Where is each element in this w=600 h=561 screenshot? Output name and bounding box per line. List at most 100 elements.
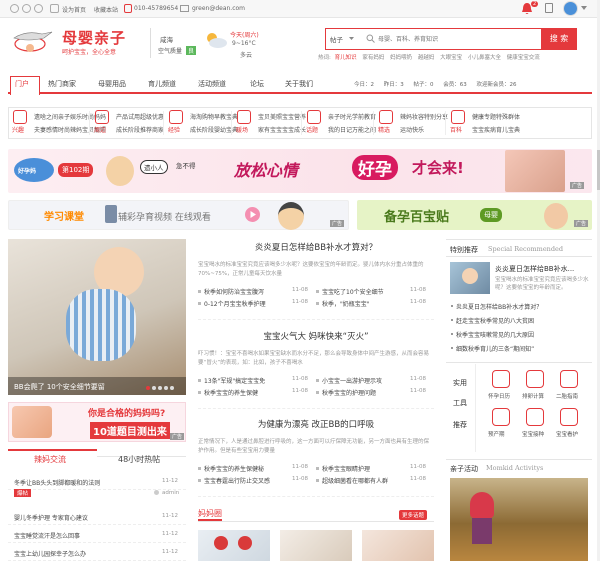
mom-circle-photo[interactable]: [362, 530, 434, 561]
feature-link[interactable]: 秋季，"奶瓶宝宝": [322, 299, 406, 308]
list-item-title[interactable]: 宝宝睡觉流汗是怎么回事: [14, 531, 80, 540]
book-icon[interactable]: [451, 110, 465, 124]
list-item-title[interactable]: 宝宝上幼儿园探幸子怎么办: [14, 549, 86, 558]
category-link[interactable]: 宝宝营养: [282, 112, 306, 121]
search-category-select[interactable]: 帖子: [330, 34, 343, 44]
feature-link[interactable]: 秋季宝宝眼睛护理: [322, 464, 406, 473]
qq-icon[interactable]: [34, 4, 43, 13]
category-link[interactable]: 遗啥之间: [34, 112, 58, 121]
category-label[interactable]: 精选: [378, 125, 390, 134]
feature-title[interactable]: 炎炎夏日怎样给BB补水才算对？: [198, 241, 434, 253]
category-link[interactable]: 宝宝成长: [282, 125, 306, 134]
mom-circle-title[interactable]: 妈妈圈: [198, 508, 222, 521]
heart-plus-icon[interactable]: [560, 370, 578, 388]
wechat-icon[interactable]: [22, 4, 31, 13]
feature-link[interactable]: 宝宝吃了10个安全细节: [322, 287, 406, 296]
category-link[interactable]: 推荐商家: [140, 125, 164, 134]
megaphone-icon[interactable]: [307, 110, 321, 124]
feature-link[interactable]: 秋季宝宝的养生保健秘: [204, 464, 288, 473]
category-link[interactable]: 宝宝疾病: [472, 125, 496, 134]
feature-link[interactable]: 秋季如何防治宝宝腹泻: [204, 287, 288, 296]
nav-item-forum[interactable]: 论坛: [250, 79, 264, 89]
category-link[interactable]: 夫妻感情: [34, 125, 58, 134]
tool-label[interactable]: 二胎指南: [556, 392, 578, 400]
feature-title[interactable]: 宝宝火气大 妈咪快来“灭火”: [198, 330, 434, 342]
plane-icon[interactable]: [95, 110, 109, 124]
list-item-title[interactable]: 婴儿冬季护理 专家育心建议: [14, 513, 88, 522]
nav-item-about[interactable]: 关于我们: [285, 79, 313, 89]
mom-circle-photo[interactable]: [280, 530, 352, 561]
tab-48h-hot[interactable]: 48小时热帖: [118, 454, 160, 465]
category-link[interactable]: 辣妈妆容: [400, 112, 424, 121]
feature-link[interactable]: 宝宝春霆出行防止交叉感: [204, 476, 288, 485]
search-input[interactable]: [378, 31, 538, 47]
feature-link[interactable]: 小宝宝一出游护理示攻: [322, 376, 406, 385]
post-author[interactable]: admin: [162, 490, 179, 496]
nav-item-parenting[interactable]: 育儿频道: [148, 79, 176, 89]
feature-link[interactable]: 超级细菌看在哪都有人群: [322, 476, 406, 485]
tool-label[interactable]: 怀孕日历: [488, 392, 510, 400]
feature-link[interactable]: 13条"军规"搞定宝宝免: [204, 376, 288, 385]
special-top-title[interactable]: 炎炎夏日怎样给BB补水...: [495, 264, 574, 274]
baby-bottle-icon[interactable]: [492, 408, 510, 426]
category-link[interactable]: 海淘购物: [190, 112, 214, 121]
slider-dot[interactable]: [170, 386, 174, 390]
nav-item-baby-products[interactable]: 母婴用品: [98, 79, 126, 89]
set-home-link[interactable]: 设为首页: [62, 5, 86, 14]
weibo-icon[interactable]: [10, 4, 19, 13]
user-avatar[interactable]: [563, 1, 578, 16]
hot-word-link[interactable]: 妈妈喂奶: [390, 55, 412, 61]
category-link[interactable]: 宝贝美照: [258, 112, 282, 121]
category-label[interactable]: 百科: [450, 125, 462, 134]
category-link[interactable]: 运动快乐: [400, 125, 424, 134]
activity-photo[interactable]: [450, 478, 588, 561]
slider-dot[interactable]: [152, 386, 156, 390]
category-link[interactable]: 家有宝宝: [258, 125, 282, 134]
grid-icon[interactable]: [13, 110, 27, 124]
special-link[interactable]: 细数秋季育儿的三条“期间知”: [456, 344, 534, 353]
search-button[interactable]: 搜 索: [541, 28, 577, 50]
slider-dot[interactable]: [164, 386, 168, 390]
shield-icon[interactable]: [169, 110, 183, 124]
category-link[interactable]: 婴幼宝典: [214, 125, 238, 134]
syringe-icon[interactable]: [526, 408, 544, 426]
category-label[interactable]: 兴趣: [12, 125, 24, 134]
hot-word-link[interactable]: 健康宝宝交流: [507, 55, 540, 61]
ovulation-icon[interactable]: [526, 370, 544, 388]
stork-logo-icon[interactable]: [8, 28, 54, 56]
hot-word-link[interactable]: 小儿鼻塞大全: [468, 55, 501, 61]
calendar-icon[interactable]: [492, 370, 510, 388]
hot-word-link[interactable]: 育儿知识: [335, 55, 357, 61]
slider-image[interactable]: [8, 239, 186, 395]
chat-icon[interactable]: [237, 110, 251, 124]
slider-dot[interactable]: [158, 386, 162, 390]
tool-label[interactable]: 宝宝看护: [556, 430, 578, 438]
category-link[interactable]: 超级优惠: [140, 112, 164, 121]
hot-word-link[interactable]: 家有妈妈: [362, 55, 384, 61]
favorite-link[interactable]: 收藏本站: [94, 5, 118, 14]
brand-name[interactable]: 母婴亲子: [62, 27, 126, 48]
tool-label[interactable]: 预产期: [488, 430, 505, 438]
document-icon[interactable]: [545, 3, 553, 13]
chevron-down-icon[interactable]: [581, 6, 587, 11]
hot-word-link[interactable]: 大眼宝宝: [440, 55, 462, 61]
tool-label[interactable]: 排卵计算: [522, 392, 544, 400]
category-label[interactable]: 话题: [306, 125, 318, 134]
category-link[interactable]: 成长阶段: [190, 125, 214, 134]
category-label[interactable]: 经验: [168, 125, 180, 134]
special-link[interactable]: 炎炎夏日怎样给BB补水才算对？: [456, 302, 542, 311]
category-link[interactable]: 健康专题: [472, 112, 496, 121]
slider-dot[interactable]: [146, 386, 150, 390]
nav-item-activities[interactable]: 活动频道: [198, 79, 226, 89]
category-link[interactable]: 特殊群体: [496, 112, 520, 121]
special-link[interactable]: 秋季宝宝咳嗽常见的几大原因: [456, 330, 534, 339]
feature-title[interactable]: 为健康为漂亮 改正BB的口呼吸: [198, 418, 434, 430]
slider-caption[interactable]: BB会爬了 10个安全细节要留: [14, 382, 105, 392]
play-icon[interactable]: [244, 206, 261, 223]
feature-link[interactable]: 0-12个月宝宝秋季护理: [204, 299, 288, 308]
feature-link[interactable]: 秋季宝宝的养生保健: [204, 388, 288, 397]
special-link[interactable]: 赶走宝宝秋季常见的八大贫困: [456, 316, 534, 325]
mom-circle-photo[interactable]: [198, 530, 270, 561]
hot-word-link[interactable]: 越越妈: [418, 55, 435, 61]
nav-item-hot-merchants[interactable]: 热门商家: [48, 79, 76, 89]
